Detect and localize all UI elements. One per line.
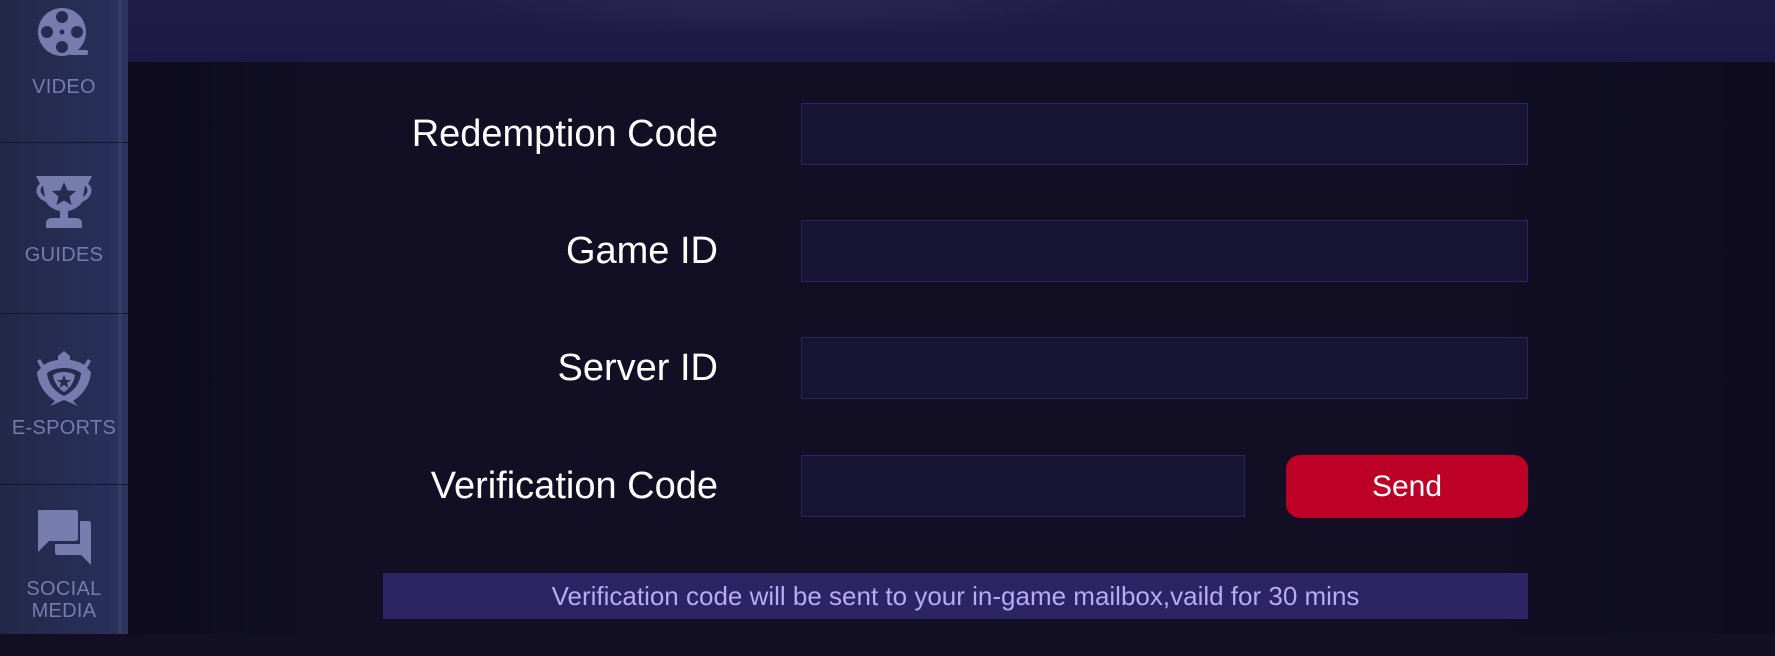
banner-artwork — [1228, 0, 1728, 40]
redemption-code-input[interactable] — [801, 103, 1528, 165]
header-banner — [128, 0, 1775, 62]
verification-notice: Verification code will be sent to your i… — [383, 573, 1528, 619]
sidebar-item-label: E-SPORTS — [11, 417, 117, 439]
sidebar-item-guides[interactable]: GUIDES — [0, 144, 128, 314]
chat-bubbles-icon — [38, 510, 91, 565]
crest-shield-icon — [37, 351, 91, 406]
sidebar-item-label: VIDEO — [32, 76, 96, 98]
banner-artwork — [428, 0, 1128, 40]
sidebar-item-social-media[interactable]: SOCIAL MEDIA — [0, 486, 128, 656]
game-id-input[interactable] — [801, 220, 1528, 282]
film-reel-icon — [38, 8, 88, 56]
redemption-code-label: Redemption Code — [411, 113, 718, 155]
sidebar-item-label: SOCIAL MEDIA — [26, 578, 102, 622]
server-id-input[interactable] — [801, 337, 1528, 399]
trophy-icon — [36, 176, 92, 228]
verification-code-label: Verification Code — [430, 465, 718, 507]
sidebar-nav: VIDEO GUIDES E-SPORTS SOCIAL MEDIA — [0, 0, 129, 634]
send-code-button[interactable]: Send — [1286, 455, 1528, 518]
sidebar-item-esports[interactable]: E-SPORTS — [0, 315, 128, 485]
server-id-label: Server ID — [557, 347, 718, 389]
notice-text: Verification code will be sent to your i… — [551, 580, 1360, 611]
sidebar-item-label: GUIDES — [24, 244, 104, 266]
sidebar-item-video[interactable]: VIDEO — [0, 0, 128, 143]
verification-code-input[interactable] — [801, 455, 1245, 517]
game-id-label: Game ID — [565, 230, 718, 272]
